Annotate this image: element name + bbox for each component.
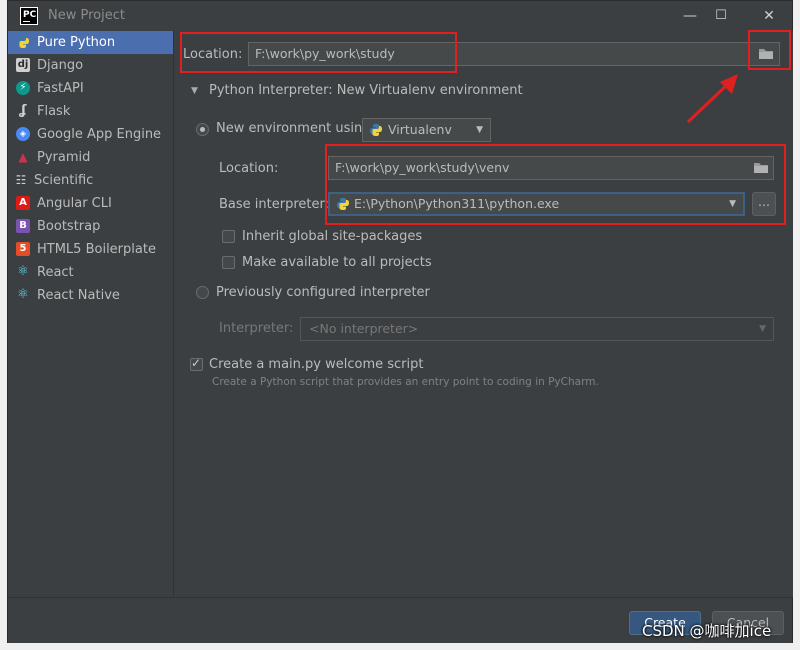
react-native-icon: ⚛ bbox=[17, 287, 29, 302]
previous-interpreter-radio[interactable] bbox=[196, 286, 209, 299]
base-interpreter-value: E:\Python\Python311\python.exe bbox=[354, 196, 560, 211]
scientific-icon: ☷ bbox=[15, 173, 27, 187]
interpreter-select[interactable]: <No interpreter> ▼ bbox=[300, 317, 774, 341]
watermark: CSDN @咖啡加ice bbox=[642, 622, 772, 640]
html5-icon: 5 bbox=[16, 242, 30, 256]
location-input[interactable]: F:\work\py_work\study bbox=[248, 42, 780, 66]
flask-icon: ʆ bbox=[19, 103, 27, 118]
fastapi-icon: ⚡ bbox=[16, 81, 30, 95]
inherit-packages-label: Inherit global site-packages bbox=[242, 229, 423, 244]
sidebar-item-react-native[interactable]: ⚛ React Native bbox=[8, 284, 173, 307]
project-type-sidebar: Pure Python dj Django ⚡ FastAPI ʆ Flask … bbox=[8, 31, 173, 597]
sidebar-item-google-app-engine[interactable]: ◈ Google App Engine bbox=[8, 123, 173, 146]
bootstrap-icon: B bbox=[16, 219, 30, 233]
create-main-hint: Create a Python script that provides an … bbox=[212, 376, 599, 388]
venv-location-label: Location: bbox=[219, 161, 279, 176]
sidebar-item-label: Angular CLI bbox=[37, 196, 112, 211]
sidebar-item-html5-boilerplate[interactable]: 5 HTML5 Boilerplate bbox=[8, 238, 173, 261]
python-icon bbox=[370, 124, 382, 136]
venv-location-input[interactable]: F:\work\py_work\study\venv bbox=[328, 156, 774, 180]
browse-interpreter-button[interactable]: ... bbox=[752, 192, 776, 216]
sidebar-item-bootstrap[interactable]: B Bootstrap bbox=[8, 215, 173, 238]
chevron-down-icon: ▼ bbox=[759, 324, 766, 334]
sidebar-item-angular-cli[interactable]: A Angular CLI bbox=[8, 192, 173, 215]
base-interpreter-label: Base interpreter: bbox=[219, 197, 329, 212]
python-icon bbox=[16, 35, 30, 49]
sidebar-item-flask[interactable]: ʆ Flask bbox=[8, 100, 173, 123]
environment-tool-value: Virtualenv bbox=[388, 122, 452, 137]
sidebar-item-label: Scientific bbox=[34, 173, 94, 188]
google-app-engine-icon: ◈ bbox=[16, 127, 30, 141]
base-interpreter-select[interactable]: E:\Python\Python311\python.exe ▼ bbox=[328, 192, 745, 216]
minimize-button[interactable]: — bbox=[675, 5, 705, 27]
sidebar-item-fastapi[interactable]: ⚡ FastAPI bbox=[8, 77, 173, 100]
angular-icon: A bbox=[16, 196, 30, 210]
new-project-window: PC New Project — ☐ ✕ Pure Python dj Djan… bbox=[7, 0, 793, 643]
sidebar-item-label: HTML5 Boilerplate bbox=[37, 242, 156, 257]
folder-browse-icon[interactable] bbox=[756, 44, 776, 64]
create-main-checkbox[interactable] bbox=[190, 356, 203, 371]
maximize-button[interactable]: ☐ bbox=[706, 5, 736, 27]
sidebar-item-label: Google App Engine bbox=[37, 127, 162, 142]
new-environment-radio[interactable] bbox=[196, 123, 209, 136]
make-available-label: Make available to all projects bbox=[242, 255, 432, 270]
pyramid-icon: ▲ bbox=[18, 150, 28, 164]
sidebar-item-label: React bbox=[37, 265, 74, 280]
sidebar-item-scientific[interactable]: ☷ Scientific bbox=[8, 169, 173, 192]
sidebar-item-pure-python[interactable]: Pure Python bbox=[8, 31, 173, 54]
sidebar-item-label: Django bbox=[37, 58, 84, 73]
python-icon bbox=[337, 198, 349, 210]
close-button[interactable]: ✕ bbox=[754, 5, 784, 27]
sidebar-item-label: Pure Python bbox=[37, 35, 116, 50]
sidebar-item-label: Pyramid bbox=[37, 150, 91, 165]
pycharm-logo-icon: PC bbox=[20, 7, 38, 25]
inherit-packages-checkbox[interactable] bbox=[222, 230, 235, 243]
sidebar-item-label: Bootstrap bbox=[37, 219, 101, 234]
sidebar-item-django[interactable]: dj Django bbox=[8, 54, 173, 77]
new-environment-label: New environment using bbox=[216, 121, 371, 136]
interpreter-section-title[interactable]: Python Interpreter: New Virtualenv envir… bbox=[209, 83, 523, 98]
django-icon: dj bbox=[16, 58, 30, 72]
title-bar: PC New Project — ☐ ✕ bbox=[8, 1, 792, 31]
react-icon: ⚛ bbox=[17, 264, 29, 279]
sidebar-item-label: React Native bbox=[37, 288, 120, 303]
sidebar-item-pyramid[interactable]: ▲ Pyramid bbox=[8, 146, 173, 169]
sidebar-item-label: Flask bbox=[37, 104, 71, 119]
chevron-down-icon: ▼ bbox=[729, 199, 736, 209]
chevron-down-icon: ▼ bbox=[476, 125, 483, 135]
previous-interpreter-label: Previously configured interpreter bbox=[216, 285, 430, 300]
sidebar-item-react[interactable]: ⚛ React bbox=[8, 261, 173, 284]
annotation-arrow-icon bbox=[686, 74, 738, 124]
interpreter-label: Interpreter: bbox=[219, 321, 294, 336]
environment-tool-select[interactable]: Virtualenv ▼ bbox=[362, 118, 491, 142]
sidebar-item-label: FastAPI bbox=[37, 81, 84, 96]
expand-arrow-icon[interactable]: ▼ bbox=[191, 86, 198, 96]
folder-browse-icon[interactable] bbox=[751, 158, 771, 178]
interpreter-value: <No interpreter> bbox=[309, 321, 419, 336]
window-title: New Project bbox=[48, 8, 125, 23]
create-main-label: Create a main.py welcome script bbox=[209, 357, 424, 372]
make-available-checkbox[interactable] bbox=[222, 256, 235, 269]
location-label: Location: bbox=[183, 47, 243, 62]
